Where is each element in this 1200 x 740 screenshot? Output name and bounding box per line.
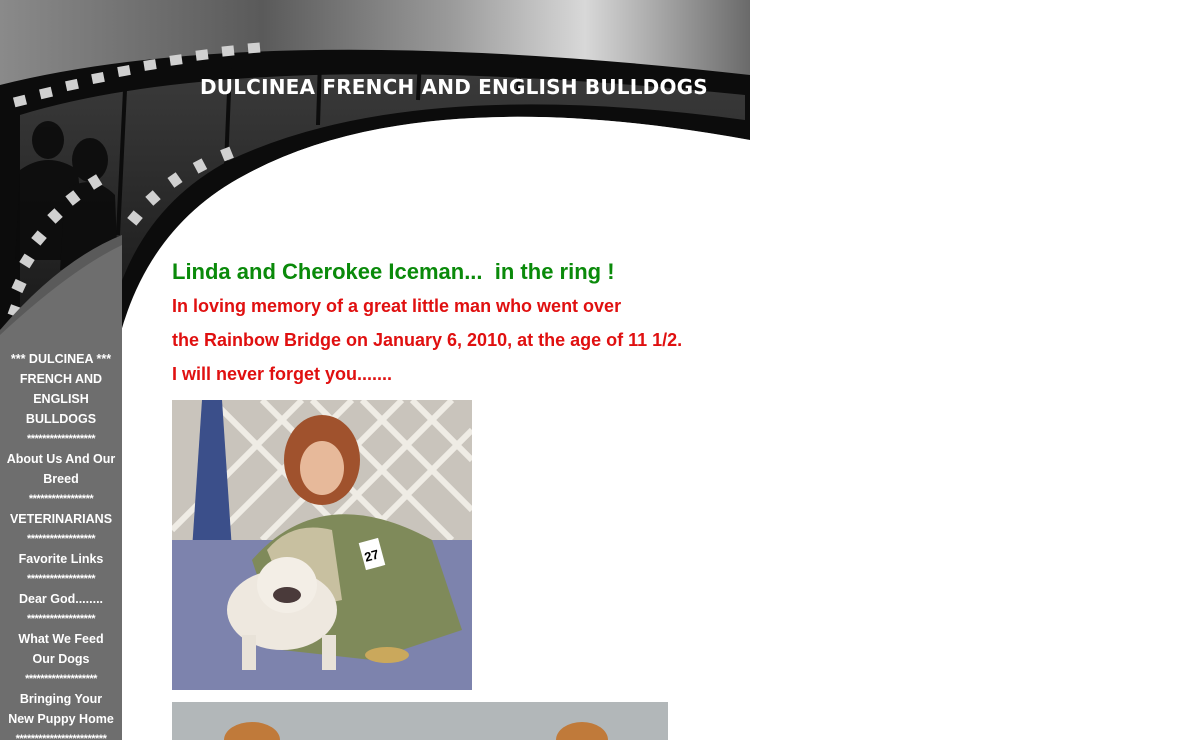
page-heading: Linda and Cherokee Iceman... in the ring… xyxy=(172,259,615,284)
sidebar-separator: ************************ xyxy=(15,733,107,740)
memorial-line-1: In loving memory of a great little man w… xyxy=(172,296,622,316)
sidebar-item-veterinarians[interactable]: VETERINARIANS xyxy=(0,509,122,529)
sidebar-item-new-puppy-home[interactable]: Bringing Your New Puppy Home xyxy=(0,689,122,729)
sidebar-heading: *** DULCINEA *** FRENCH AND ENGLISH BULL… xyxy=(10,352,112,426)
sidebar-item-dear-god[interactable]: Dear God........ xyxy=(0,589,122,609)
memorial-line-3: I will never forget you....... xyxy=(172,364,393,384)
sidebar-separator: ******************* xyxy=(25,673,97,685)
sidebar-item-about-us[interactable]: About Us And Our Breed xyxy=(0,449,122,489)
sidebar-separator: ***************** xyxy=(28,493,94,505)
sidebar-item-what-we-feed[interactable]: What We Feed Our Dogs xyxy=(0,629,122,669)
sidebar-item-favorite-links[interactable]: Favorite Links xyxy=(0,549,122,569)
sidebar-separator: ****************** xyxy=(26,573,96,585)
sidebar-nav: *** DULCINEA *** FRENCH AND ENGLISH BULL… xyxy=(0,335,122,740)
main-content: Linda and Cherokee Iceman... in the ring… xyxy=(172,255,732,391)
photo-second xyxy=(172,702,668,740)
sidebar-separator: ****************** xyxy=(26,613,96,625)
sidebar-separator: ****************** xyxy=(26,533,96,545)
memorial-line-2: the Rainbow Bridge on January 6, 2010, a… xyxy=(172,330,683,350)
photo-linda-and-iceman: 27 xyxy=(172,400,472,690)
site-title: DULCINEA FRENCH AND ENGLISH BULLDOGS xyxy=(200,75,708,99)
page: DULCINEA FRENCH AND ENGLISH BULLDOGS ***… xyxy=(0,0,750,740)
sidebar-separator: ****************** xyxy=(26,433,96,445)
